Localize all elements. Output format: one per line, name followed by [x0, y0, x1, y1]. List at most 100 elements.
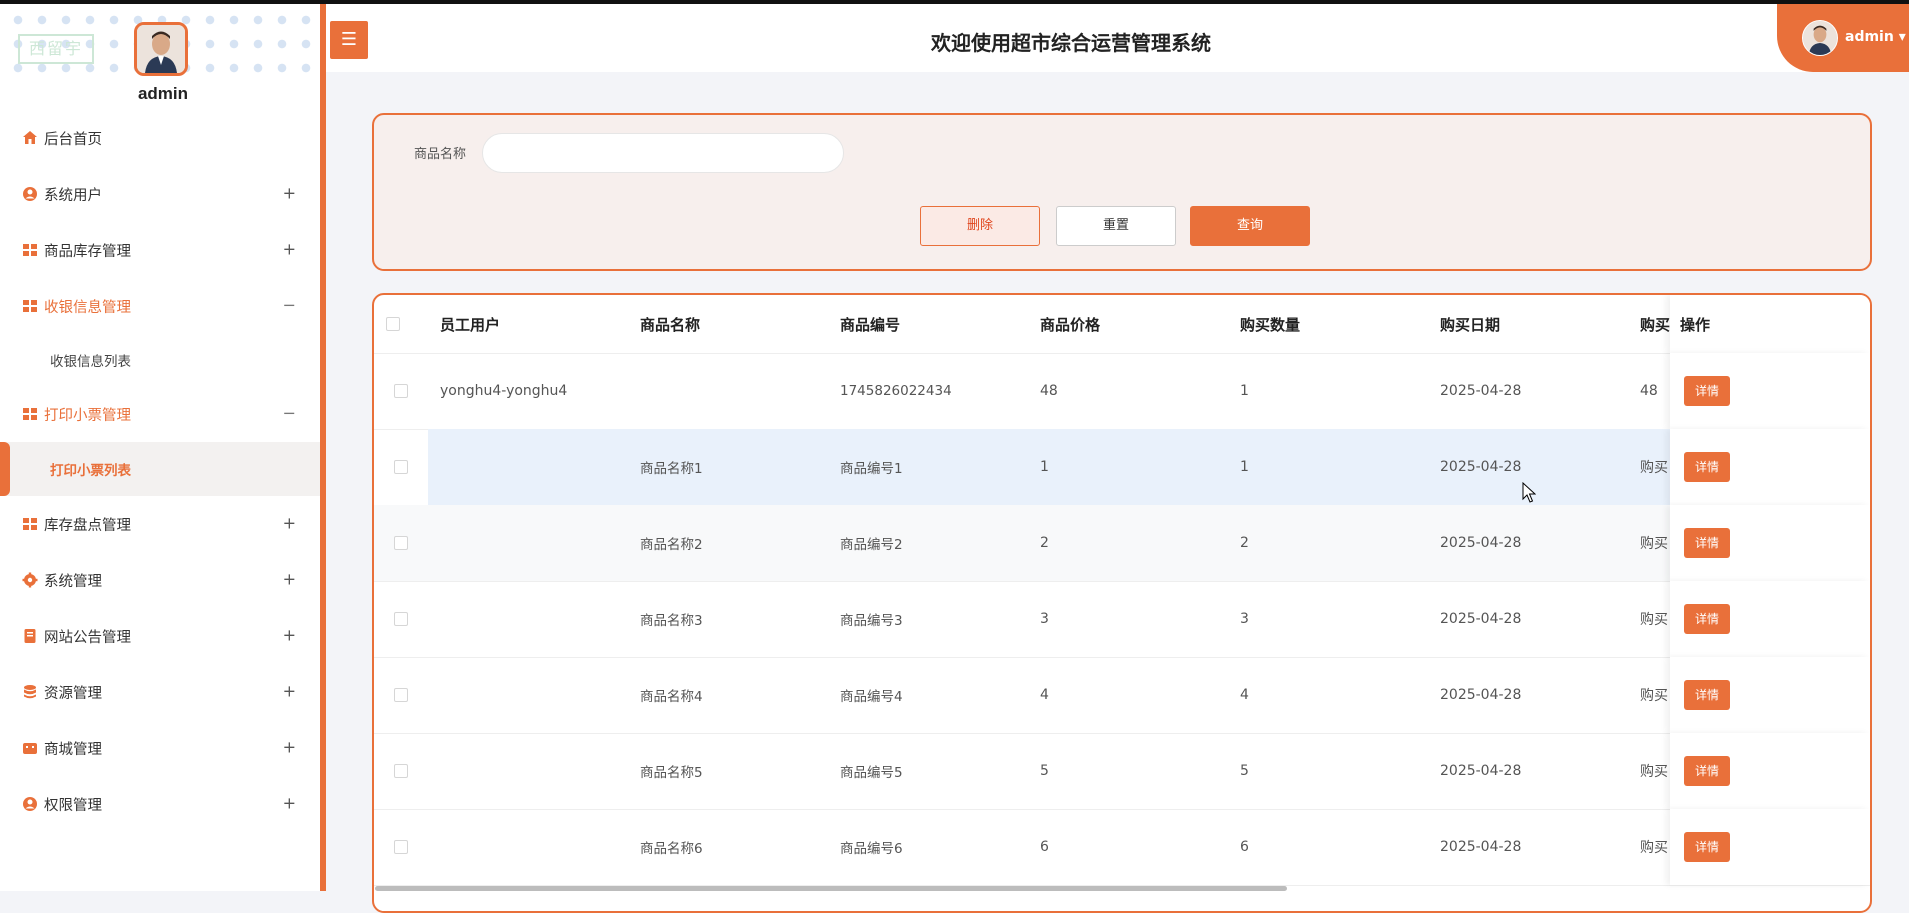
table-row: yonghu4-yonghu4 1745826022434 48 1 2025-… — [374, 353, 1870, 430]
cell-purchase-date: 2025-04-28 — [1440, 611, 1522, 627]
detail-button[interactable]: 详情 — [1684, 832, 1730, 862]
sidebar-item-system-users[interactable]: 系统用户 + — [0, 166, 320, 222]
row-checkbox-cell — [386, 581, 416, 657]
user-icon — [23, 187, 37, 201]
row-checkbox[interactable] — [394, 764, 408, 778]
expand-icon[interactable]: + — [283, 794, 296, 813]
cell-quantity: 5 — [1240, 763, 1249, 779]
detail-button[interactable]: 详情 — [1684, 680, 1730, 710]
detail-button[interactable]: 详情 — [1684, 604, 1730, 634]
expand-icon[interactable]: + — [283, 240, 296, 259]
detail-button[interactable]: 详情 — [1684, 376, 1730, 406]
reset-button[interactable]: 重置 — [1056, 206, 1176, 246]
sidebar-item-print-receipt[interactable]: 打印小票管理 − — [0, 386, 320, 442]
select-all-checkbox[interactable] — [386, 317, 400, 331]
cell-product-name: 商品名称4 — [640, 689, 703, 705]
row-checkbox[interactable] — [394, 460, 408, 474]
avatar — [1802, 20, 1838, 56]
cell-quantity: 2 — [1240, 535, 1249, 551]
sidebar-item-label: 系统管理 — [44, 573, 102, 590]
sidebar-item-resources[interactable]: 资源管理 + — [0, 664, 320, 720]
sidebar-item-cashier[interactable]: 收银信息管理 − — [0, 278, 320, 334]
row-checkbox[interactable] — [394, 688, 408, 702]
cell-product-code: 商品编号1 — [840, 461, 903, 477]
row-checkbox-cell — [386, 353, 416, 429]
sidebar-subitem-cashier-list[interactable]: 收银信息列表 — [0, 334, 320, 386]
expand-icon[interactable]: + — [283, 682, 296, 701]
sidebar-item-label: 库存盘点管理 — [44, 517, 131, 534]
expand-icon[interactable]: + — [283, 514, 296, 533]
ops-cell: 详情 — [1670, 809, 1870, 885]
cell-quantity: 4 — [1240, 687, 1249, 703]
data-table: 员工用户 商品名称 商品编号 商品价格 购买数量 购买日期 购买 操作 yong… — [372, 293, 1872, 913]
top-header: ☰ 欢迎使用超市综合运营管理系统 admin ▾ — [326, 4, 1909, 72]
row-checkbox-cell — [386, 505, 416, 581]
header-purchase-date[interactable]: 购买日期 — [1440, 295, 1500, 353]
sidebar-item-permissions[interactable]: 权限管理 + — [0, 776, 320, 832]
row-checkbox[interactable] — [394, 612, 408, 626]
horizontal-scrollbar[interactable] — [375, 886, 1287, 891]
sidebar-item-label: 收银信息管理 — [44, 299, 131, 316]
chevron-down-icon: ▾ — [1893, 29, 1906, 45]
collapse-icon[interactable]: − — [283, 296, 296, 315]
cell-product-name: 商品名称6 — [640, 841, 703, 857]
table-header-row: 员工用户 商品名称 商品编号 商品价格 购买数量 购买日期 购买 操作 — [374, 295, 1870, 354]
sidebar-subitem-print-receipt-list[interactable]: 打印小票列表 — [0, 442, 320, 496]
cell-price: 5 — [1040, 763, 1049, 779]
sidebar-item-announcements[interactable]: 网站公告管理 + — [0, 608, 320, 664]
cell-price: 3 — [1040, 611, 1049, 627]
header-username: admin ▾ — [1845, 29, 1906, 45]
cell-product-code: 商品编号6 — [840, 841, 903, 857]
grid-icon — [23, 300, 37, 312]
delete-button[interactable]: 删除 — [920, 206, 1040, 246]
header-employee[interactable]: 员工用户 — [440, 295, 500, 353]
detail-button[interactable]: 详情 — [1684, 528, 1730, 558]
sidebar: 西留宇 admin 后台首页 系统用户 + 商品库存管理 + 收银信息管理 − … — [0, 0, 326, 891]
cell-purchase-date: 2025-04-28 — [1440, 763, 1522, 779]
cell-product-name: 商品名称5 — [640, 765, 703, 781]
user-menu[interactable]: admin ▾ — [1777, 4, 1909, 72]
row-checkbox-cell — [386, 809, 416, 885]
product-name-input[interactable] — [482, 133, 844, 173]
query-button[interactable]: 查询 — [1190, 206, 1310, 246]
select-all-cell — [386, 295, 400, 353]
sidebar-item-mall[interactable]: 商城管理 + — [0, 720, 320, 776]
header-product-name[interactable]: 商品名称 — [640, 295, 700, 353]
avatar[interactable] — [134, 22, 188, 76]
table-row: 商品名称2 商品编号2 2 2 2025-04-28 购买 详情 — [374, 505, 1870, 582]
cell-purchase-truncated: 48 — [1640, 383, 1658, 399]
cell-product-name: 商品名称1 — [640, 461, 703, 477]
cell-product-name: 商品名称2 — [640, 537, 703, 553]
cell-product-name: 商品名称3 — [640, 613, 703, 629]
ops-cell: 详情 — [1670, 581, 1870, 657]
expand-icon[interactable]: + — [283, 184, 296, 203]
document-icon — [24, 629, 36, 643]
cell-purchase-date: 2025-04-28 — [1440, 535, 1522, 551]
row-checkbox[interactable] — [394, 536, 408, 550]
table-row: 商品名称3 商品编号3 3 3 2025-04-28 购买 详情 — [374, 581, 1870, 658]
row-checkbox[interactable] — [394, 840, 408, 854]
page-title: 欢迎使用超市综合运营管理系统 — [931, 33, 1211, 55]
user-icon — [23, 797, 37, 811]
cell-quantity: 1 — [1240, 459, 1249, 475]
detail-button[interactable]: 详情 — [1684, 756, 1730, 786]
sidebar-item-home[interactable]: 后台首页 — [0, 110, 320, 166]
cell-quantity: 1 — [1240, 383, 1249, 399]
expand-icon[interactable]: + — [283, 738, 296, 757]
header-quantity[interactable]: 购买数量 — [1240, 295, 1300, 353]
expand-icon[interactable]: + — [283, 626, 296, 645]
sidebar-item-inventory[interactable]: 商品库存管理 + — [0, 222, 320, 278]
detail-button[interactable]: 详情 — [1684, 452, 1730, 482]
sidebar-item-system[interactable]: 系统管理 + — [0, 552, 320, 608]
expand-icon[interactable]: + — [283, 570, 296, 589]
grid-icon — [23, 408, 37, 420]
collapse-icon[interactable]: − — [283, 404, 296, 423]
ops-cell: 详情 — [1670, 657, 1870, 733]
cell-employee: yonghu4-yonghu4 — [440, 383, 568, 399]
row-checkbox[interactable] — [394, 384, 408, 398]
sidebar-item-stocktake[interactable]: 库存盘点管理 + — [0, 496, 320, 552]
sidebar-item-label: 网站公告管理 — [44, 629, 131, 646]
header-product-code[interactable]: 商品编号 — [840, 295, 900, 353]
header-purchase-truncated[interactable]: 购买 — [1640, 295, 1670, 353]
header-price[interactable]: 商品价格 — [1040, 295, 1100, 353]
